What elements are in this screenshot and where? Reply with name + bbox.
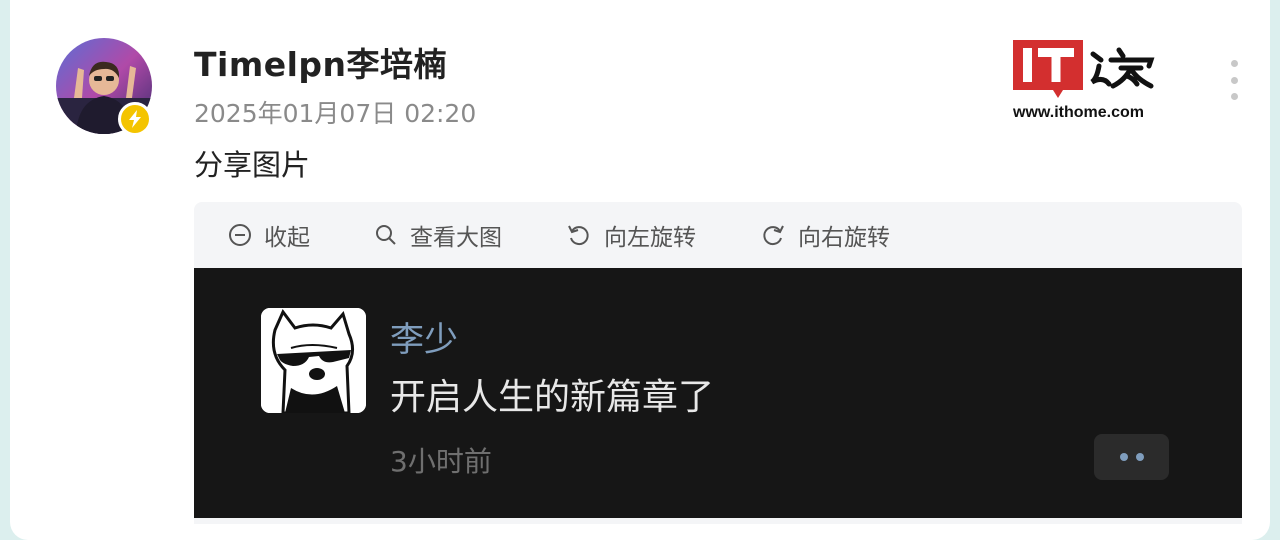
screenshot-time: 3小时前	[390, 445, 492, 478]
screenshot-more-icon	[1094, 434, 1169, 480]
collapse-icon	[229, 224, 251, 246]
weibo-post-card: Timelpn李培楠 2025年01月07日 02:20 分享图片 www.it…	[10, 0, 1270, 540]
image-viewer: 收起 查看大图 向左旋转 向右旋转 李少 开启人生的新篇章了 3小时前	[194, 202, 1242, 524]
image-toolbar: 收起 查看大图 向左旋转 向右旋转	[194, 202, 1242, 268]
rotate-right-label: 向右旋转	[798, 225, 890, 251]
screenshot-message: 开启人生的新篇章了	[390, 377, 715, 418]
rotate-left-label: 向左旋转	[604, 225, 696, 251]
search-icon	[376, 225, 396, 245]
view-large-button[interactable]: 查看大图	[374, 218, 502, 252]
verified-badge-icon	[118, 102, 152, 136]
screenshot-username: 李少	[390, 320, 458, 360]
logo-url: www.ithome.com	[1013, 104, 1144, 121]
dog-avatar-icon	[261, 308, 366, 413]
shared-image[interactable]: 李少 开启人生的新篇章了 3小时前	[194, 268, 1242, 518]
post-timestamp: 2025年01月07日 02:20	[194, 99, 477, 128]
rotate-left-icon	[568, 225, 589, 246]
more-options-icon[interactable]	[1226, 60, 1242, 100]
rotate-right-icon	[763, 225, 784, 246]
rotate-right-button[interactable]: 向右旋转	[760, 218, 890, 252]
view-large-label: 查看大图	[410, 225, 502, 251]
rotate-left-button[interactable]: 向左旋转	[566, 218, 696, 252]
author-name[interactable]: Timelpn李培楠	[194, 38, 447, 86]
collapse-button[interactable]: 收起	[228, 218, 310, 252]
collapse-label: 收起	[264, 225, 310, 251]
post-text: 分享图片	[194, 148, 311, 182]
